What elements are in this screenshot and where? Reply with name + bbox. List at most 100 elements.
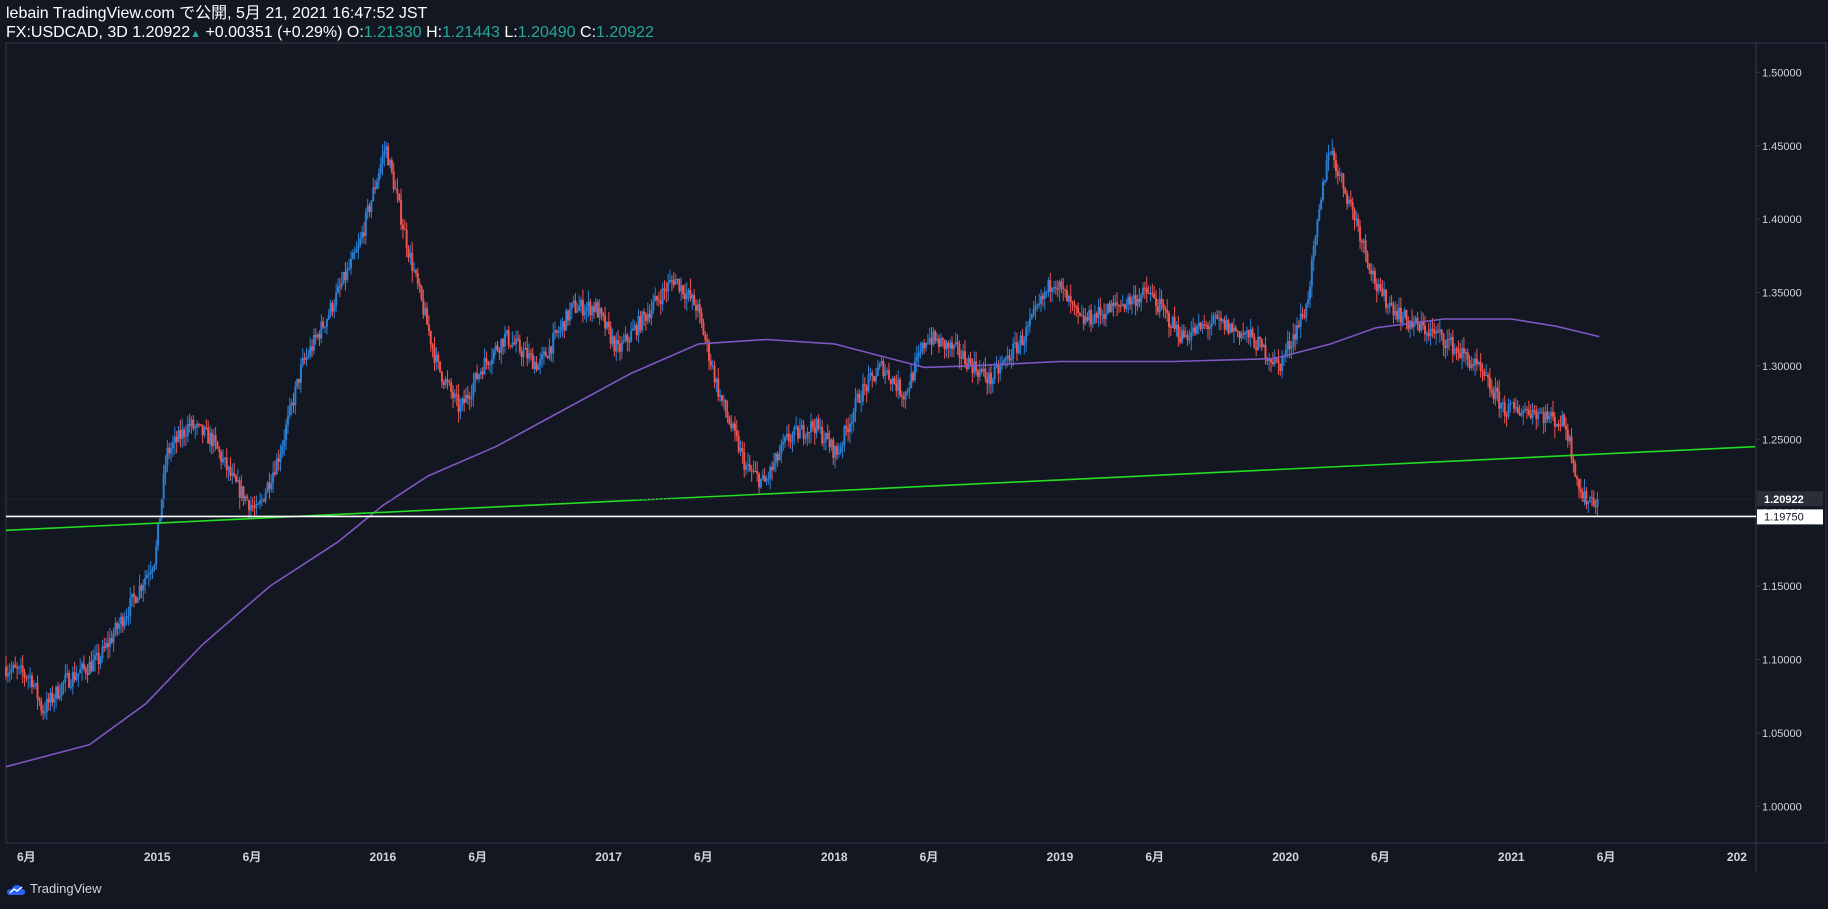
candle-body bbox=[431, 344, 434, 348]
candle-body bbox=[1485, 374, 1488, 376]
candle-body bbox=[197, 424, 200, 426]
candle-body bbox=[147, 574, 150, 576]
time-tick-label: 2017 bbox=[595, 850, 622, 864]
candle-body bbox=[1149, 293, 1152, 295]
candle-body bbox=[741, 447, 744, 453]
time-tick-label: 6月 bbox=[694, 850, 713, 864]
candle-body bbox=[1481, 370, 1484, 372]
candle-body bbox=[1429, 328, 1432, 337]
candle-body bbox=[522, 349, 525, 358]
candle-body bbox=[298, 378, 301, 383]
candle-body bbox=[767, 478, 770, 480]
candle-body bbox=[503, 333, 506, 347]
candle-body bbox=[917, 352, 920, 358]
candle-body bbox=[1516, 407, 1519, 413]
candle-body bbox=[789, 441, 792, 443]
candle-body bbox=[834, 446, 837, 458]
candle-body bbox=[375, 181, 378, 189]
candle-body bbox=[665, 290, 668, 292]
candle-body bbox=[880, 361, 883, 365]
candle-body bbox=[233, 472, 236, 476]
candle-body bbox=[1088, 309, 1091, 321]
candle-body bbox=[1019, 335, 1022, 345]
candle-body bbox=[1349, 199, 1352, 203]
time-tick-label: 2016 bbox=[370, 850, 397, 864]
candle-body bbox=[982, 368, 985, 372]
candle-body bbox=[1364, 240, 1367, 253]
candle-body bbox=[95, 652, 98, 656]
candle-body bbox=[813, 427, 816, 434]
candle-body bbox=[1062, 286, 1065, 290]
candle-body bbox=[1041, 295, 1044, 300]
candle-body bbox=[912, 372, 915, 381]
price-chart[interactable]: 1.50000 1.45000 1.40000 1.35000 1.30000 1.250… bbox=[0, 0, 1828, 909]
candle-body bbox=[496, 345, 499, 350]
candle-body bbox=[1557, 423, 1560, 426]
candle-body bbox=[1140, 295, 1143, 303]
candle-body bbox=[676, 278, 679, 280]
candle-body bbox=[448, 381, 451, 383]
candle-body bbox=[273, 472, 276, 475]
candle-body bbox=[1577, 479, 1580, 489]
candle-body bbox=[305, 356, 308, 360]
candle-body bbox=[329, 302, 332, 315]
candle-body bbox=[472, 382, 475, 397]
candle-body bbox=[570, 303, 573, 310]
candle-body bbox=[1160, 298, 1163, 305]
candle-body bbox=[563, 321, 566, 331]
candle-body bbox=[394, 189, 397, 191]
candle-body bbox=[947, 342, 950, 349]
candle-body bbox=[548, 346, 551, 359]
candle-body bbox=[784, 436, 787, 443]
candle-body bbox=[1513, 402, 1516, 409]
candle-body bbox=[919, 351, 922, 353]
candle-body bbox=[1242, 333, 1245, 335]
candle-body bbox=[1418, 324, 1421, 331]
candle-body bbox=[494, 345, 497, 351]
candle-body bbox=[1511, 402, 1514, 404]
candle-body bbox=[1184, 335, 1187, 338]
candle-body bbox=[980, 369, 983, 372]
candle-body bbox=[696, 304, 699, 311]
candle-body bbox=[999, 365, 1002, 374]
candle-body bbox=[1021, 335, 1024, 346]
candle-body bbox=[162, 473, 165, 500]
candle-body bbox=[726, 411, 729, 418]
candle-body bbox=[921, 342, 924, 352]
candle-body bbox=[1244, 332, 1247, 335]
candle-body bbox=[132, 593, 135, 597]
candle-body bbox=[266, 482, 269, 493]
candle-body bbox=[1377, 284, 1380, 292]
candle-body bbox=[624, 334, 627, 341]
candle-body bbox=[854, 397, 857, 412]
candle-body bbox=[259, 500, 262, 504]
candle-body bbox=[1394, 310, 1397, 316]
candle-body bbox=[1017, 344, 1020, 353]
candle-body bbox=[884, 372, 887, 377]
candle-body bbox=[1401, 316, 1404, 323]
tradingview-logo[interactable]: TradingView bbox=[6, 881, 102, 896]
candle-body bbox=[583, 311, 586, 316]
candle-body bbox=[188, 424, 191, 426]
candle-body bbox=[1466, 352, 1469, 360]
candle-body bbox=[1231, 323, 1234, 332]
candle-body bbox=[1249, 329, 1252, 338]
candle-body bbox=[850, 422, 853, 424]
candle-body bbox=[1323, 180, 1326, 183]
candle-body bbox=[145, 574, 148, 579]
candle-body bbox=[25, 676, 28, 679]
candle-body bbox=[1203, 324, 1206, 326]
candle-body bbox=[871, 372, 874, 377]
candle-body bbox=[750, 469, 753, 472]
candle-body bbox=[1054, 287, 1057, 289]
candle-body bbox=[526, 347, 529, 359]
candle-body bbox=[661, 288, 664, 305]
candle-body bbox=[1205, 324, 1208, 326]
candle-body bbox=[1271, 362, 1274, 365]
candle-body bbox=[689, 290, 692, 299]
candle-body bbox=[1182, 330, 1185, 338]
candle-body bbox=[743, 452, 746, 470]
candle-body bbox=[231, 472, 234, 476]
candle-body bbox=[1310, 259, 1313, 287]
candle-body bbox=[1051, 287, 1054, 292]
